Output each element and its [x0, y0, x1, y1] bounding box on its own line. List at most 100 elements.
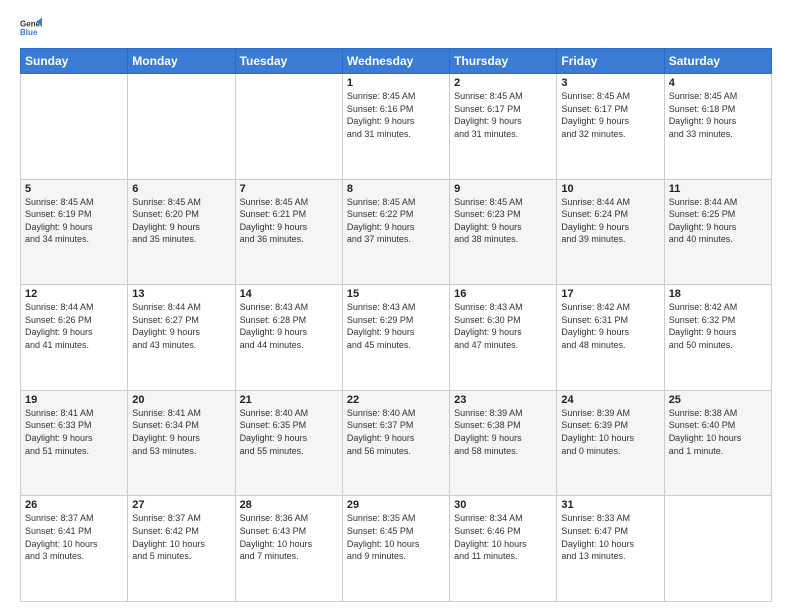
day-number: 29: [347, 499, 445, 511]
day-number: 5: [25, 183, 123, 195]
calendar-cell: [21, 74, 128, 180]
day-number: 17: [561, 288, 659, 300]
day-content: Sunrise: 8:40 AM Sunset: 6:35 PM Dayligh…: [240, 407, 338, 457]
day-number: 10: [561, 183, 659, 195]
calendar-cell: 4Sunrise: 8:45 AM Sunset: 6:18 PM Daylig…: [664, 74, 771, 180]
calendar-cell: 29Sunrise: 8:35 AM Sunset: 6:45 PM Dayli…: [342, 496, 449, 602]
weekday-header: Friday: [557, 49, 664, 74]
calendar-week-row: 5Sunrise: 8:45 AM Sunset: 6:19 PM Daylig…: [21, 179, 772, 285]
calendar-cell: 14Sunrise: 8:43 AM Sunset: 6:28 PM Dayli…: [235, 285, 342, 391]
day-number: 22: [347, 394, 445, 406]
calendar-cell: 9Sunrise: 8:45 AM Sunset: 6:23 PM Daylig…: [450, 179, 557, 285]
day-number: 14: [240, 288, 338, 300]
page: General Blue SundayMondayTuesdayWednesda…: [0, 0, 792, 612]
calendar-cell: 25Sunrise: 8:38 AM Sunset: 6:40 PM Dayli…: [664, 390, 771, 496]
day-content: Sunrise: 8:33 AM Sunset: 6:47 PM Dayligh…: [561, 512, 659, 562]
day-number: 4: [669, 77, 767, 89]
calendar-cell: 7Sunrise: 8:45 AM Sunset: 6:21 PM Daylig…: [235, 179, 342, 285]
calendar-cell: 13Sunrise: 8:44 AM Sunset: 6:27 PM Dayli…: [128, 285, 235, 391]
calendar-cell: [128, 74, 235, 180]
day-content: Sunrise: 8:39 AM Sunset: 6:38 PM Dayligh…: [454, 407, 552, 457]
calendar-cell: 18Sunrise: 8:42 AM Sunset: 6:32 PM Dayli…: [664, 285, 771, 391]
logo: General Blue: [20, 16, 46, 38]
day-number: 16: [454, 288, 552, 300]
day-content: Sunrise: 8:45 AM Sunset: 6:22 PM Dayligh…: [347, 196, 445, 246]
weekday-header: Wednesday: [342, 49, 449, 74]
day-content: Sunrise: 8:45 AM Sunset: 6:18 PM Dayligh…: [669, 90, 767, 140]
day-content: Sunrise: 8:35 AM Sunset: 6:45 PM Dayligh…: [347, 512, 445, 562]
calendar-cell: 22Sunrise: 8:40 AM Sunset: 6:37 PM Dayli…: [342, 390, 449, 496]
day-content: Sunrise: 8:44 AM Sunset: 6:25 PM Dayligh…: [669, 196, 767, 246]
day-content: Sunrise: 8:43 AM Sunset: 6:29 PM Dayligh…: [347, 301, 445, 351]
calendar-week-row: 1Sunrise: 8:45 AM Sunset: 6:16 PM Daylig…: [21, 74, 772, 180]
day-number: 25: [669, 394, 767, 406]
day-number: 12: [25, 288, 123, 300]
calendar-cell: 5Sunrise: 8:45 AM Sunset: 6:19 PM Daylig…: [21, 179, 128, 285]
day-number: 19: [25, 394, 123, 406]
day-content: Sunrise: 8:39 AM Sunset: 6:39 PM Dayligh…: [561, 407, 659, 457]
day-content: Sunrise: 8:37 AM Sunset: 6:42 PM Dayligh…: [132, 512, 230, 562]
calendar-cell: 27Sunrise: 8:37 AM Sunset: 6:42 PM Dayli…: [128, 496, 235, 602]
day-content: Sunrise: 8:44 AM Sunset: 6:26 PM Dayligh…: [25, 301, 123, 351]
day-number: 26: [25, 499, 123, 511]
calendar-cell: [664, 496, 771, 602]
day-content: Sunrise: 8:45 AM Sunset: 6:23 PM Dayligh…: [454, 196, 552, 246]
weekday-header: Thursday: [450, 49, 557, 74]
day-content: Sunrise: 8:44 AM Sunset: 6:24 PM Dayligh…: [561, 196, 659, 246]
day-number: 18: [669, 288, 767, 300]
calendar-cell: 19Sunrise: 8:41 AM Sunset: 6:33 PM Dayli…: [21, 390, 128, 496]
day-content: Sunrise: 8:36 AM Sunset: 6:43 PM Dayligh…: [240, 512, 338, 562]
day-content: Sunrise: 8:45 AM Sunset: 6:21 PM Dayligh…: [240, 196, 338, 246]
day-content: Sunrise: 8:34 AM Sunset: 6:46 PM Dayligh…: [454, 512, 552, 562]
day-content: Sunrise: 8:37 AM Sunset: 6:41 PM Dayligh…: [25, 512, 123, 562]
weekday-header: Sunday: [21, 49, 128, 74]
calendar-cell: 31Sunrise: 8:33 AM Sunset: 6:47 PM Dayli…: [557, 496, 664, 602]
calendar-cell: 2Sunrise: 8:45 AM Sunset: 6:17 PM Daylig…: [450, 74, 557, 180]
header: General Blue: [20, 16, 772, 38]
calendar-cell: 1Sunrise: 8:45 AM Sunset: 6:16 PM Daylig…: [342, 74, 449, 180]
weekday-header: Monday: [128, 49, 235, 74]
calendar-header-row: SundayMondayTuesdayWednesdayThursdayFrid…: [21, 49, 772, 74]
calendar-cell: 10Sunrise: 8:44 AM Sunset: 6:24 PM Dayli…: [557, 179, 664, 285]
calendar-cell: 6Sunrise: 8:45 AM Sunset: 6:20 PM Daylig…: [128, 179, 235, 285]
calendar-cell: 20Sunrise: 8:41 AM Sunset: 6:34 PM Dayli…: [128, 390, 235, 496]
day-number: 28: [240, 499, 338, 511]
calendar-cell: 16Sunrise: 8:43 AM Sunset: 6:30 PM Dayli…: [450, 285, 557, 391]
calendar-week-row: 19Sunrise: 8:41 AM Sunset: 6:33 PM Dayli…: [21, 390, 772, 496]
weekday-header: Tuesday: [235, 49, 342, 74]
calendar-week-row: 12Sunrise: 8:44 AM Sunset: 6:26 PM Dayli…: [21, 285, 772, 391]
calendar-cell: 11Sunrise: 8:44 AM Sunset: 6:25 PM Dayli…: [664, 179, 771, 285]
day-content: Sunrise: 8:42 AM Sunset: 6:31 PM Dayligh…: [561, 301, 659, 351]
day-number: 21: [240, 394, 338, 406]
calendar-cell: 28Sunrise: 8:36 AM Sunset: 6:43 PM Dayli…: [235, 496, 342, 602]
day-content: Sunrise: 8:45 AM Sunset: 6:17 PM Dayligh…: [561, 90, 659, 140]
day-number: 24: [561, 394, 659, 406]
day-content: Sunrise: 8:42 AM Sunset: 6:32 PM Dayligh…: [669, 301, 767, 351]
day-number: 31: [561, 499, 659, 511]
calendar-cell: 30Sunrise: 8:34 AM Sunset: 6:46 PM Dayli…: [450, 496, 557, 602]
day-number: 6: [132, 183, 230, 195]
calendar-cell: 3Sunrise: 8:45 AM Sunset: 6:17 PM Daylig…: [557, 74, 664, 180]
logo-icon: General Blue: [20, 16, 42, 38]
day-number: 20: [132, 394, 230, 406]
calendar-cell: 12Sunrise: 8:44 AM Sunset: 6:26 PM Dayli…: [21, 285, 128, 391]
day-content: Sunrise: 8:45 AM Sunset: 6:17 PM Dayligh…: [454, 90, 552, 140]
day-number: 23: [454, 394, 552, 406]
day-content: Sunrise: 8:43 AM Sunset: 6:28 PM Dayligh…: [240, 301, 338, 351]
svg-text:Blue: Blue: [20, 28, 38, 37]
calendar-week-row: 26Sunrise: 8:37 AM Sunset: 6:41 PM Dayli…: [21, 496, 772, 602]
day-content: Sunrise: 8:45 AM Sunset: 6:19 PM Dayligh…: [25, 196, 123, 246]
weekday-header: Saturday: [664, 49, 771, 74]
day-number: 8: [347, 183, 445, 195]
calendar-cell: 17Sunrise: 8:42 AM Sunset: 6:31 PM Dayli…: [557, 285, 664, 391]
day-number: 15: [347, 288, 445, 300]
calendar-cell: [235, 74, 342, 180]
calendar-cell: 23Sunrise: 8:39 AM Sunset: 6:38 PM Dayli…: [450, 390, 557, 496]
day-content: Sunrise: 8:43 AM Sunset: 6:30 PM Dayligh…: [454, 301, 552, 351]
day-content: Sunrise: 8:41 AM Sunset: 6:33 PM Dayligh…: [25, 407, 123, 457]
day-number: 7: [240, 183, 338, 195]
day-number: 2: [454, 77, 552, 89]
calendar: SundayMondayTuesdayWednesdayThursdayFrid…: [20, 48, 772, 602]
day-content: Sunrise: 8:40 AM Sunset: 6:37 PM Dayligh…: [347, 407, 445, 457]
calendar-cell: 24Sunrise: 8:39 AM Sunset: 6:39 PM Dayli…: [557, 390, 664, 496]
